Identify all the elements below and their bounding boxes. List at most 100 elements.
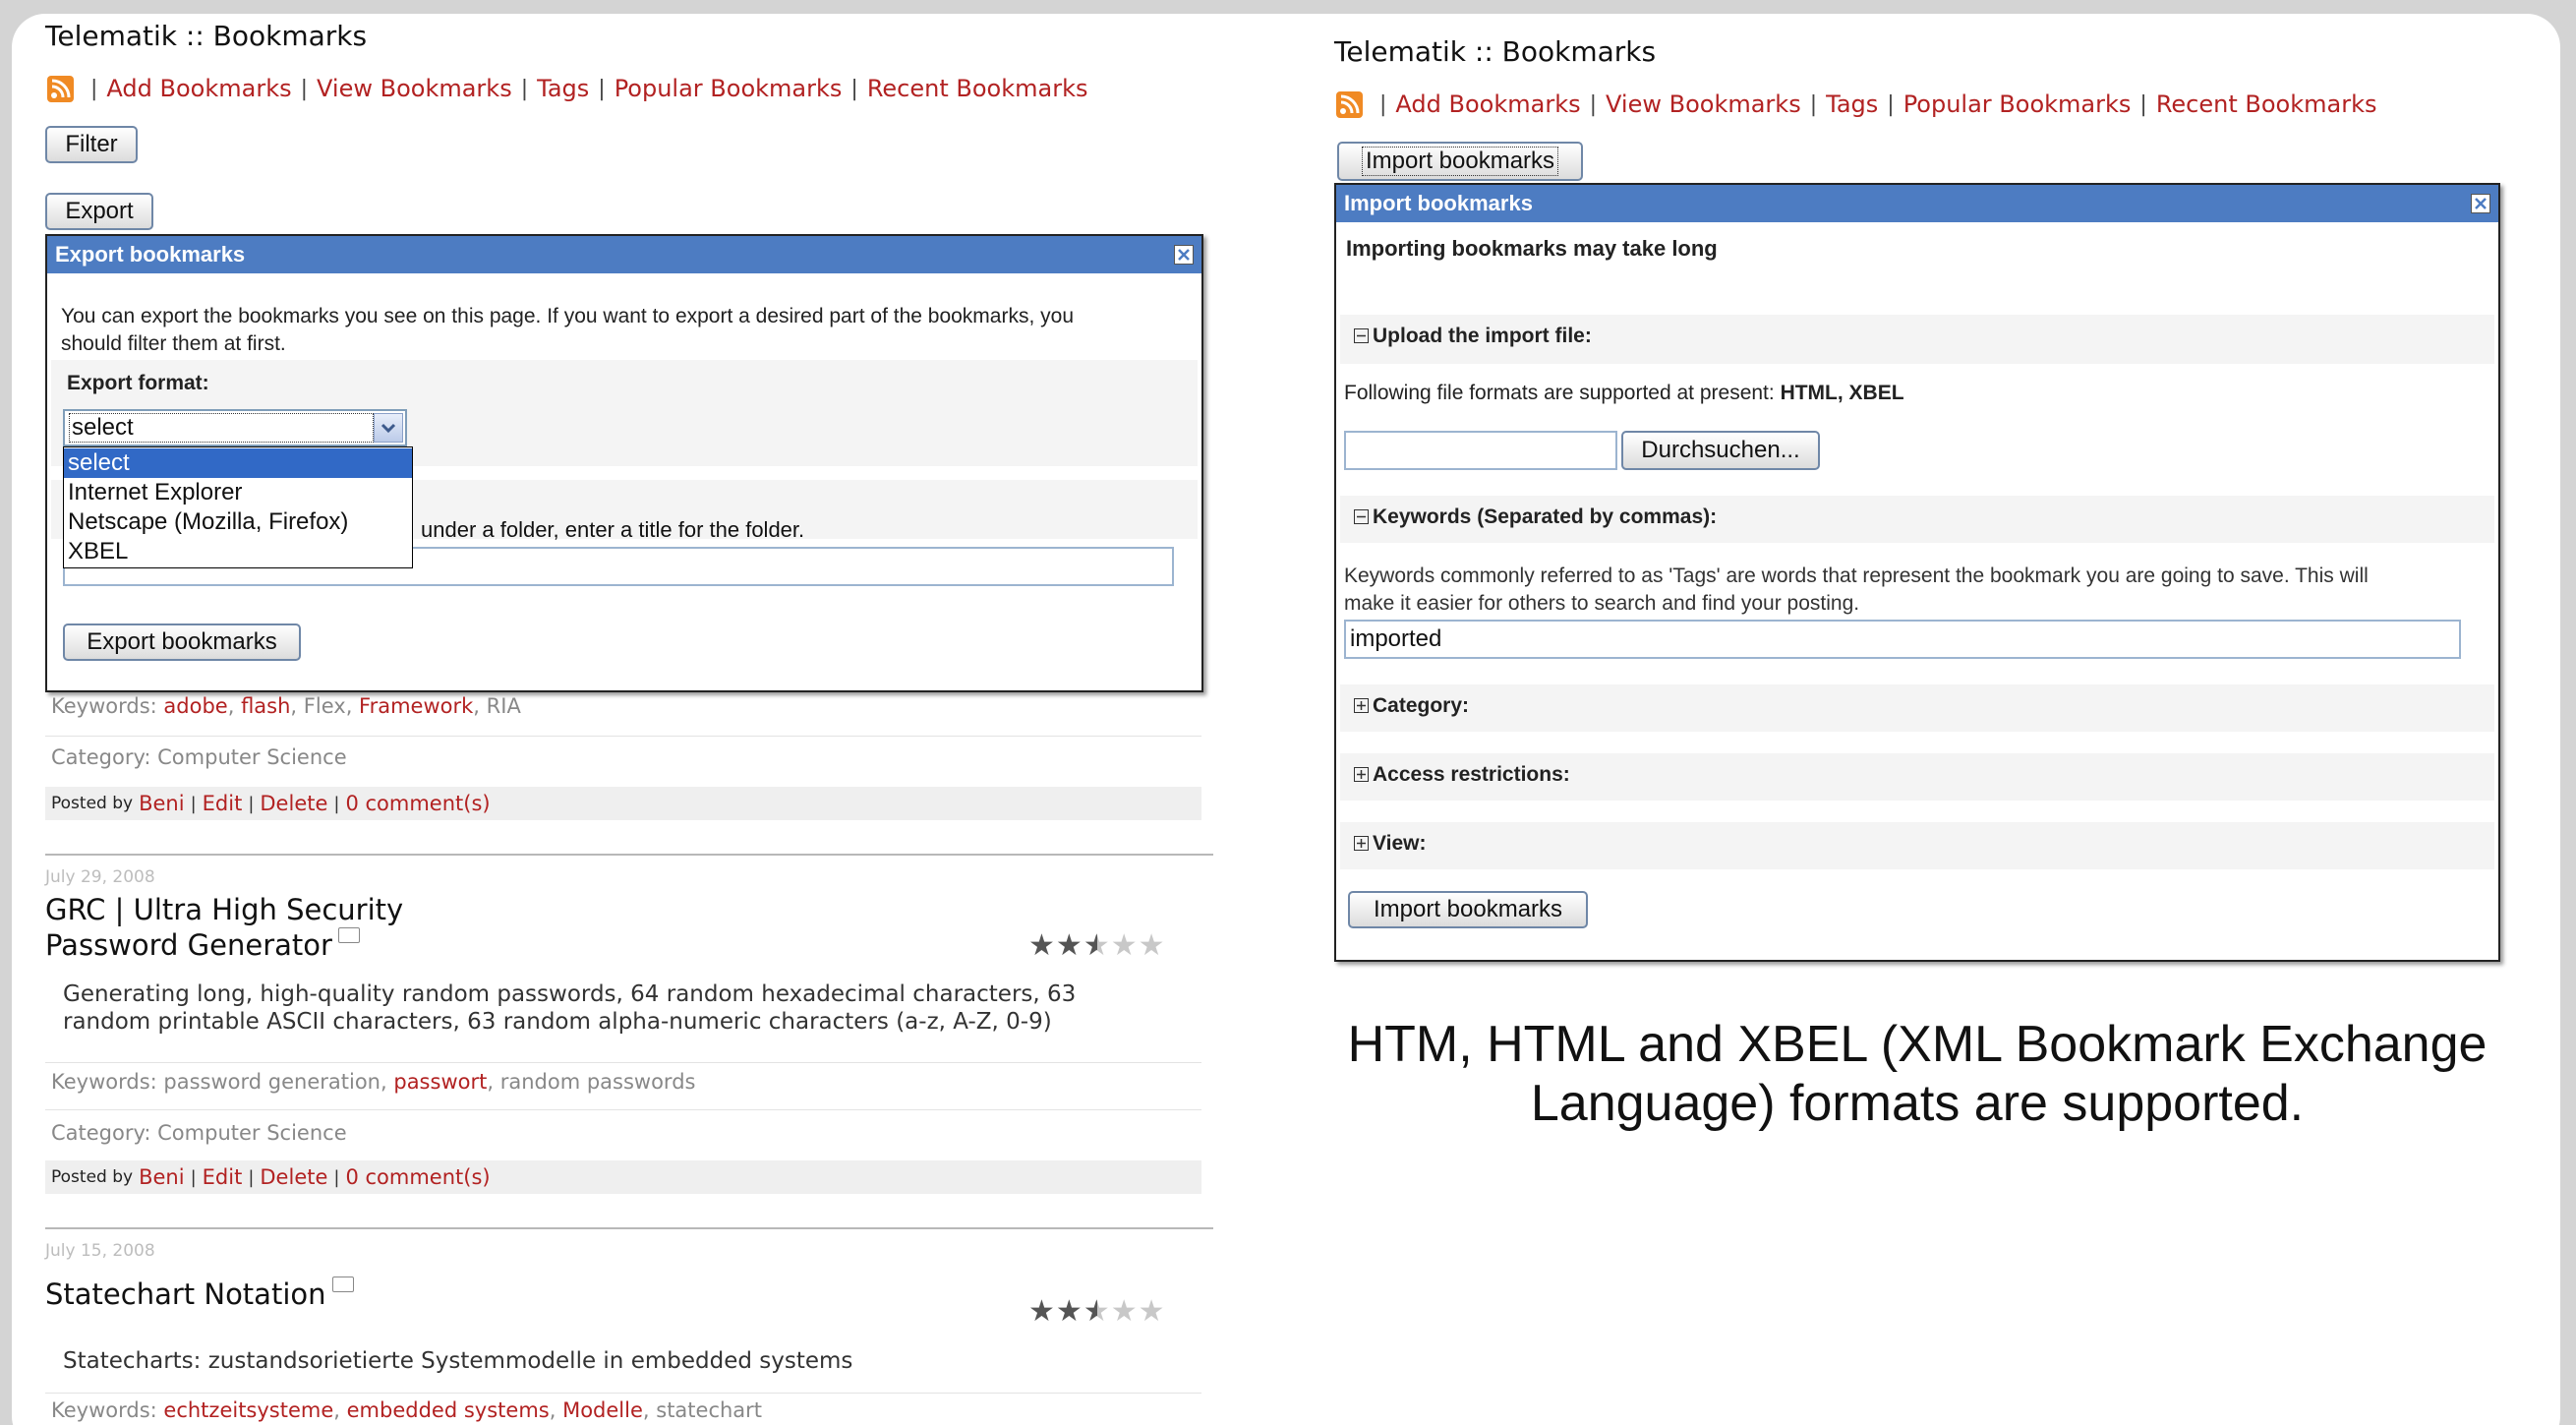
chevron-down-icon[interactable] [374,413,403,443]
nav-tags[interactable]: Tags [1826,90,1878,118]
nav-popular-bookmarks[interactable]: Popular Bookmarks [615,75,843,102]
star-icon[interactable]: ★ [1111,1294,1139,1329]
star-icon[interactable]: ★ [1139,928,1166,963]
keyword-link[interactable]: echtzeitsysteme [163,1398,333,1422]
divider [45,736,1201,737]
comments-link[interactable]: 0 comment(s) [345,792,490,815]
keyword: statechart [656,1398,763,1422]
keywords-help-line2: make it easier for others to search and … [1344,592,1860,615]
export-format-dropdown: select Internet Explorer Netscape (Mozil… [63,446,413,568]
rating-stars[interactable]: ★★★★★ [1028,928,1166,963]
category-section-band [1340,684,2494,732]
view-section-toggle[interactable]: View: [1354,832,1426,856]
browse-button[interactable]: Durchsuchen... [1621,431,1820,470]
comments-link[interactable]: 0 comment(s) [345,1165,490,1189]
keyword-link[interactable]: Framework [359,694,473,718]
close-icon[interactable] [1174,245,1194,265]
keywords-section-toggle[interactable]: Keywords (Separated by commas): [1354,505,1717,529]
keyword: password generation [163,1070,381,1094]
nav-recent-bookmarks[interactable]: Recent Bookmarks [2156,90,2377,118]
edit-link[interactable]: Edit [203,1165,243,1189]
bookmark-date: July 15, 2008 [45,1241,155,1261]
item-category: Category: Computer Science [51,745,347,769]
star-icon[interactable]: ★ [1056,928,1083,963]
nav-popular-bookmarks[interactable]: Popular Bookmarks [1903,90,2132,118]
item-keywords: Keywords: echtzeitsysteme, embedded syst… [51,1398,763,1422]
delete-link[interactable]: Delete [260,1165,327,1189]
delete-link[interactable]: Delete [260,792,327,815]
star-icon[interactable]: ★ [1083,1294,1111,1329]
folder-hint: under a folder, enter a title for the fo… [421,517,805,542]
star-icon[interactable]: ★ [1111,928,1139,963]
format-option-internet-explorer[interactable]: Internet Explorer [64,478,412,507]
rss-feed-icon[interactable] [1336,90,1363,118]
nav-bar: | Add Bookmarks | View Bookmarks | Tags | P… [1336,90,2376,118]
nav-view-bookmarks[interactable]: View Bookmarks [317,75,512,102]
user-link[interactable]: Beni [139,792,184,815]
nav-add-bookmarks[interactable]: Add Bookmarks [1395,90,1580,118]
site-title: Telematik :: Bookmarks [45,20,368,52]
keyword-link[interactable]: adobe [163,694,227,718]
export-intro-line2: should filter them at first. [61,332,286,355]
access-section-toggle[interactable]: Access restrictions: [1354,763,1570,787]
close-icon[interactable] [2471,194,2490,213]
expand-icon[interactable] [1354,767,1369,782]
folder-icon[interactable] [337,927,360,943]
user-link[interactable]: Beni [139,1165,184,1189]
filter-button[interactable]: Filter [45,126,138,163]
expand-icon[interactable] [1354,698,1369,713]
export-dialog: Export bookmarks You can export the book… [45,234,1203,692]
star-icon[interactable]: ★ [1056,1294,1083,1329]
export-dialog-header: Export bookmarks [47,236,1201,273]
import-file-input[interactable] [1344,431,1617,470]
divider [45,1062,1201,1063]
star-icon[interactable]: ★ [1028,1294,1056,1329]
nav-recent-bookmarks[interactable]: Recent Bookmarks [867,75,1088,102]
expand-icon[interactable] [1354,836,1369,851]
bookmark-date: July 29, 2008 [45,867,155,887]
import-bookmarks-button[interactable]: Import bookmarks [1337,142,1583,181]
import-dialog: Import bookmarks Importing bookmarks may… [1334,183,2500,962]
bookmark-title[interactable]: Statechart Notation [45,1277,354,1312]
entry-separator [45,1227,1213,1229]
keyword-link[interactable]: embedded systems [347,1398,550,1422]
caption: HTM, HTML and XBEL (XML Bookmark Exchang… [1347,1016,2488,1132]
bookmark-title[interactable]: GRC | Ultra High Security Password Gener… [45,892,403,963]
format-option-xbel[interactable]: XBEL [64,537,412,566]
export-format-select[interactable]: select [63,409,407,446]
item-keywords: Keywords: password generation, passwort,… [51,1070,696,1094]
view-section-band [1340,822,2494,869]
keyword: RIA [486,694,521,718]
star-icon[interactable]: ★ [1028,928,1056,963]
star-icon[interactable]: ★ [1083,928,1111,963]
supported-formats-text: Following file formats are supported at … [1344,382,1904,404]
keyword-link[interactable]: passwort [393,1070,487,1094]
keyword-link[interactable]: flash [241,694,290,718]
bookmark-description: Statecharts: zustandsorietierte Systemmo… [63,1348,853,1374]
keyword-link[interactable]: Modelle [562,1398,643,1422]
keyword: Flex [303,694,346,718]
collapse-icon[interactable] [1354,509,1369,524]
item-category: Category: Computer Science [51,1121,347,1145]
rss-feed-icon[interactable] [47,75,74,102]
export-bookmarks-button[interactable]: Export bookmarks [63,623,301,661]
item-keywords: Keywords: adobe, flash, Flex, Framework,… [51,694,521,718]
nav-view-bookmarks[interactable]: View Bookmarks [1606,90,1801,118]
edit-link[interactable]: Edit [203,792,243,815]
export-button[interactable]: Export [45,193,153,230]
keywords-input[interactable]: imported [1344,620,2461,659]
export-dialog-title: Export bookmarks [55,242,246,267]
collapse-icon[interactable] [1354,328,1369,343]
import-submit-button[interactable]: Import bookmarks [1348,891,1588,928]
nav-bar: | Add Bookmarks | View Bookmarks | Tags | P… [47,75,1087,102]
category-section-toggle[interactable]: Category: [1354,694,1469,718]
nav-add-bookmarks[interactable]: Add Bookmarks [106,75,291,102]
format-option-netscape[interactable]: Netscape (Mozilla, Firefox) [64,507,412,537]
folder-icon[interactable] [331,1277,354,1292]
rating-stars[interactable]: ★★★★★ [1028,1294,1166,1329]
format-option-select[interactable]: select [64,448,412,478]
upload-section-toggle[interactable]: Upload the import file: [1354,325,1592,348]
star-icon[interactable]: ★ [1139,1294,1166,1329]
nav-tags[interactable]: Tags [537,75,589,102]
export-format-selected: select [69,413,374,443]
